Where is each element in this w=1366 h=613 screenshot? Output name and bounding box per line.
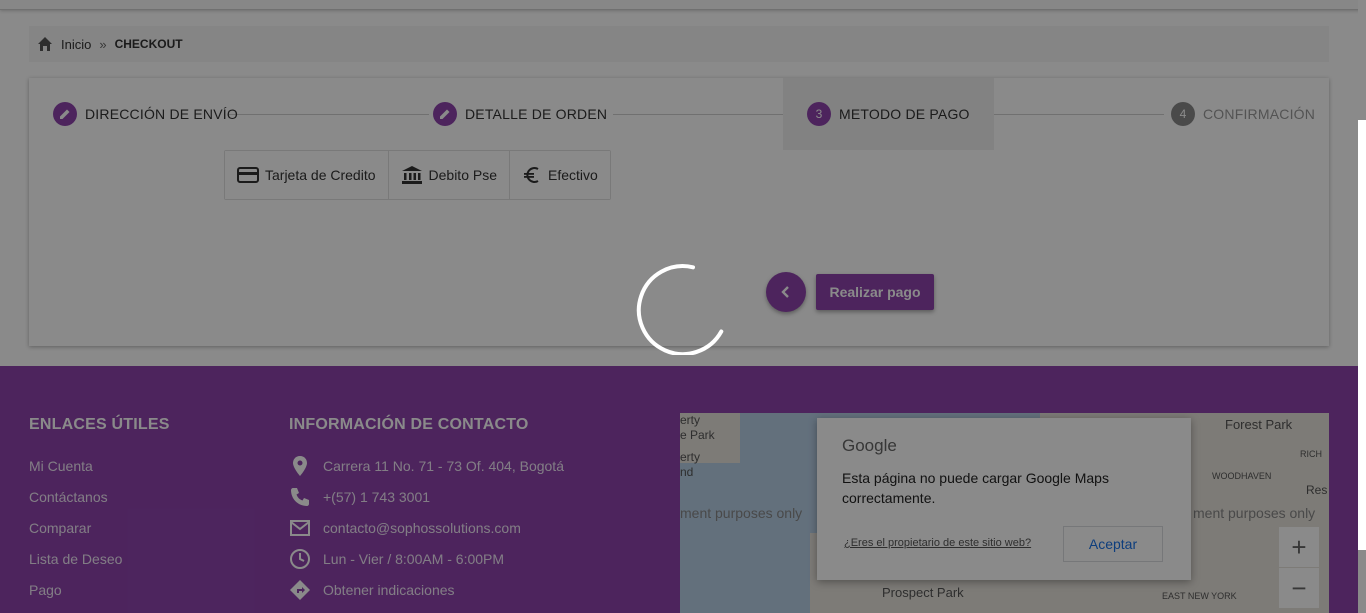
scrollbar-thumb[interactable] <box>1358 120 1366 550</box>
loading-spinner-icon <box>636 264 724 355</box>
